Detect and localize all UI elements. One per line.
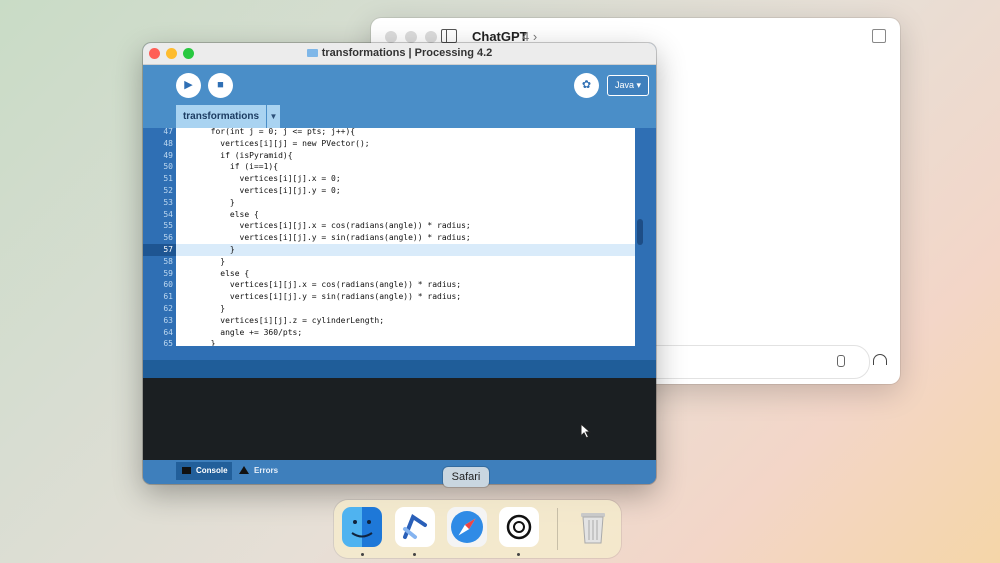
code-line[interactable]: vertices[i][j].y = sin(radians(angle)) *…	[201, 232, 471, 244]
code-line[interactable]: vertices[i][j].y = sin(radians(angle)) *…	[201, 291, 461, 303]
chatgpt-title: ChatGPT	[472, 29, 528, 44]
current-line-highlight	[176, 244, 635, 256]
code-line[interactable]: if (i==1){	[201, 161, 278, 173]
line-number: 55	[163, 221, 173, 231]
line-number: 53	[163, 197, 173, 207]
code-line[interactable]: }	[201, 197, 235, 209]
model-version: 4	[522, 29, 530, 44]
code-line[interactable]: for(int j = 0; j <= pts; j++){	[201, 128, 356, 138]
terminal-icon	[182, 467, 191, 474]
code-editor[interactable]: for(int j = 0; j <= pts; j++){ vertices[…	[176, 128, 635, 346]
running-indicator	[517, 553, 520, 556]
mouse-cursor-icon	[580, 423, 592, 439]
close-icon[interactable]	[385, 31, 397, 43]
line-number: 59	[163, 268, 173, 278]
line-number: 51	[163, 174, 173, 184]
safari-compass-icon	[451, 511, 483, 543]
line-number-gutter: 47 48 49 50 51 52 53 54 55 56 57 58 59 60 61 62 63 64 65	[143, 127, 176, 348]
tab-transformations[interactable]: transformations	[176, 105, 266, 128]
finder-icon[interactable]	[342, 507, 382, 547]
chatgpt-logo-icon	[506, 514, 532, 540]
editor-right-margin	[645, 128, 656, 346]
line-number: 47	[163, 127, 173, 136]
line-number: 48	[163, 138, 173, 148]
tab-menu-button[interactable]: ▼	[267, 105, 280, 128]
line-number: 64	[163, 327, 173, 337]
editor-console-divider[interactable]	[143, 346, 656, 360]
code-line[interactable]: else {	[201, 209, 259, 221]
line-number: 57	[143, 244, 176, 256]
trash-can-icon	[581, 513, 605, 544]
line-number: 54	[163, 209, 173, 219]
code-line[interactable]: vertices[i][j].x = cos(radians(angle)) *…	[201, 220, 471, 232]
line-number: 62	[163, 304, 173, 313]
dock-separator	[557, 508, 558, 550]
code-line[interactable]: vertices[i][j].z = cylinderLength;	[201, 315, 384, 327]
model-selector[interactable]: 4 ›	[522, 29, 537, 44]
console-tab[interactable]: Console	[176, 462, 232, 480]
run-button[interactable]: ▶	[176, 73, 201, 98]
errors-tab[interactable]: Errors	[239, 462, 278, 480]
code-line[interactable]: }	[201, 303, 225, 315]
stop-button[interactable]: ■	[208, 73, 233, 98]
finder-face-icon	[351, 520, 373, 538]
editor-scrollbar-thumb[interactable]	[637, 219, 643, 245]
running-indicator	[413, 553, 416, 556]
microphone-icon[interactable]	[837, 355, 845, 367]
safari-icon[interactable]	[447, 507, 487, 547]
line-number: 52	[163, 186, 173, 195]
sidebar-toggle-icon[interactable]	[441, 29, 457, 43]
code-line[interactable]: vertices[i][j].y = 0;	[201, 185, 341, 197]
running-indicator	[361, 553, 364, 556]
line-number: 63	[163, 315, 173, 325]
console-output[interactable]	[143, 378, 656, 460]
line-number: 60	[163, 280, 173, 290]
new-chat-icon[interactable]	[872, 29, 886, 43]
processing-icon[interactable]	[395, 507, 435, 547]
code-line[interactable]: else {	[201, 268, 249, 280]
minimize-icon[interactable]	[405, 31, 417, 43]
code-line[interactable]: vertices[i][j] = new PVector();	[201, 138, 369, 150]
zoom-icon[interactable]	[425, 31, 437, 43]
code-line[interactable]: }	[201, 256, 225, 268]
processing-titlebar[interactable]: transformations | Processing 4.2	[143, 43, 656, 65]
line-number: 50	[163, 162, 173, 172]
code-line[interactable]: vertices[i][j].x = 0;	[201, 173, 341, 185]
code-line[interactable]: if (isPyramid){	[201, 150, 292, 162]
trash-icon[interactable]	[573, 507, 613, 547]
processing-window[interactable]: transformations | Processing 4.2 ▶ ■ ✿ J…	[143, 43, 656, 484]
debugger-button[interactable]: ✿	[574, 73, 599, 98]
window-title-text: transformations | Processing 4.2	[321, 47, 493, 59]
console-tab-label: Console	[196, 466, 228, 475]
folder-icon	[306, 49, 318, 57]
mode-selector[interactable]: Java ▾	[607, 75, 649, 96]
processing-logo-icon	[403, 513, 427, 539]
code-line[interactable]: }	[201, 338, 216, 346]
code-line[interactable]: angle += 360/pts;	[201, 327, 302, 339]
errors-tab-label: Errors	[254, 466, 279, 475]
dock-tooltip: Safari	[443, 467, 489, 487]
code-line[interactable]: vertices[i][j].x = cos(radians(angle)) *…	[201, 279, 461, 291]
line-number: 61	[163, 292, 173, 302]
line-number: 49	[163, 150, 173, 160]
line-number: 56	[163, 233, 173, 243]
warning-icon	[239, 466, 249, 474]
line-number: 58	[163, 256, 173, 266]
window-title: transformations | Processing 4.2	[143, 47, 656, 59]
code-line[interactable]: }	[201, 244, 235, 256]
chatgpt-window-controls[interactable]	[385, 31, 437, 43]
chevron-right-icon: ›	[532, 29, 538, 44]
message-area	[143, 360, 656, 378]
chatgpt-icon[interactable]	[499, 507, 539, 547]
headphones-icon[interactable]	[873, 354, 887, 365]
